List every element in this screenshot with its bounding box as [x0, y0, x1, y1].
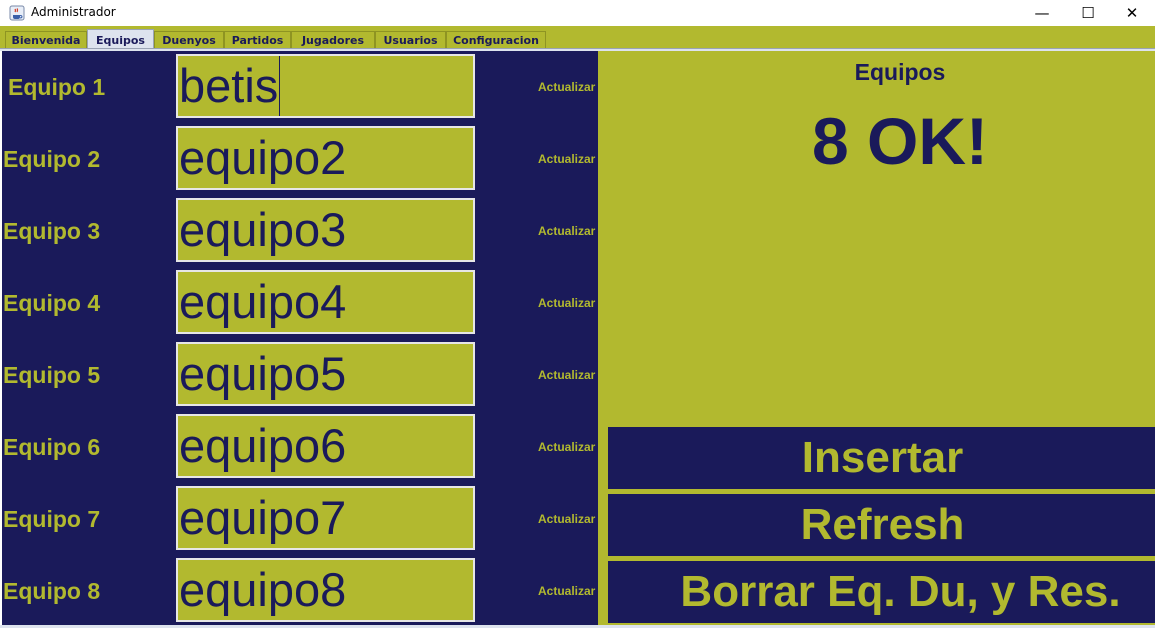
- team-1-update-button[interactable]: Actualizar: [538, 80, 598, 94]
- java-coffee-cup-icon: [9, 5, 25, 21]
- team-4-update-button[interactable]: Actualizar: [538, 296, 598, 310]
- tab-strip: Bienvenida Equipos Duenyos Partidos Juga…: [0, 26, 1155, 50]
- team-4-field[interactable]: equipo4: [176, 270, 475, 334]
- team-5-label: Equipo 5: [3, 362, 101, 388]
- team-2-field[interactable]: equipo2: [176, 126, 475, 190]
- tab-partidos[interactable]: Partidos: [224, 31, 291, 49]
- team-7-label: Equipo 7: [3, 506, 101, 532]
- team-3-update-button[interactable]: Actualizar: [538, 224, 598, 238]
- delete-teams-owners-results-button[interactable]: Borrar Eq. Du, y Res.: [608, 561, 1155, 623]
- text-caret: [279, 56, 280, 116]
- title-bar: Administrador — ☐ ✕: [0, 0, 1155, 26]
- team-2-label: Equipo 2: [3, 146, 101, 172]
- insert-button[interactable]: Insertar: [608, 427, 1155, 489]
- status-message: 8 OK!: [811, 104, 989, 178]
- team-7-field[interactable]: equipo7: [176, 486, 475, 550]
- team-7-update-button[interactable]: Actualizar: [538, 512, 598, 526]
- tab-bienvenida[interactable]: Bienvenida: [5, 31, 87, 49]
- tab-jugadores[interactable]: Jugadores: [291, 31, 375, 49]
- team-6-update-button[interactable]: Actualizar: [538, 440, 598, 454]
- window-title: Administrador: [31, 5, 116, 19]
- team-1-value: betis: [179, 59, 279, 112]
- team-6-field[interactable]: equipo6: [176, 414, 475, 478]
- team-1-field[interactable]: betis: [176, 54, 475, 118]
- status-panel: Equipos 8 OK! Insertar Refresh Borrar Eq…: [598, 51, 1155, 625]
- tab-duenyos[interactable]: Duenyos: [154, 31, 224, 49]
- team-8-label: Equipo 8: [3, 578, 101, 604]
- team-2-update-button[interactable]: Actualizar: [538, 152, 598, 166]
- panel-title: Equipos: [854, 59, 946, 85]
- team-3-field[interactable]: equipo3: [176, 198, 475, 262]
- team-5-field[interactable]: equipo5: [176, 342, 475, 406]
- team-4-label: Equipo 4: [3, 290, 101, 316]
- team-5-update-button[interactable]: Actualizar: [538, 368, 598, 382]
- tab-equipos[interactable]: Equipos: [87, 29, 154, 50]
- minimize-button[interactable]: —: [1019, 0, 1065, 26]
- team-6-label: Equipo 6: [3, 434, 101, 460]
- team-3-label: Equipo 3: [3, 218, 101, 244]
- tab-usuarios[interactable]: Usuarios: [375, 31, 446, 49]
- maximize-button[interactable]: ☐: [1065, 0, 1111, 26]
- tab-configuracion[interactable]: Configuracion: [446, 31, 546, 49]
- team-8-field[interactable]: equipo8: [176, 558, 475, 622]
- refresh-button[interactable]: Refresh: [608, 494, 1155, 556]
- team-1-label: Equipo 1: [8, 74, 106, 100]
- team-8-update-button[interactable]: Actualizar: [538, 584, 598, 598]
- close-button[interactable]: ✕: [1109, 0, 1155, 26]
